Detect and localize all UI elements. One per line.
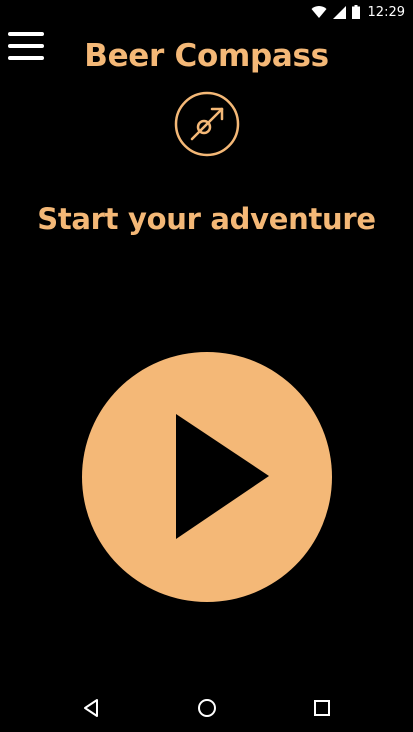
- wifi-icon: [311, 5, 327, 18]
- app-title: Beer Compass: [84, 38, 329, 74]
- play-icon: [176, 414, 269, 539]
- status-bar: 12:29: [0, 0, 413, 24]
- status-icons: 12:29: [311, 3, 405, 21]
- battery-icon: [351, 5, 360, 19]
- recents-button[interactable]: [292, 684, 352, 732]
- home-icon: [198, 699, 216, 717]
- status-time: 12:29: [367, 4, 405, 20]
- back-icon: [84, 699, 98, 717]
- recents-icon: [314, 700, 330, 716]
- back-button[interactable]: [62, 684, 122, 732]
- cellular-signal-icon: [332, 5, 346, 19]
- headline: Start your adventure: [37, 202, 376, 236]
- navigation-bar: [0, 684, 413, 732]
- compass-arrow-icon: [174, 91, 240, 157]
- home-button[interactable]: [177, 684, 237, 732]
- play-button[interactable]: [82, 352, 332, 602]
